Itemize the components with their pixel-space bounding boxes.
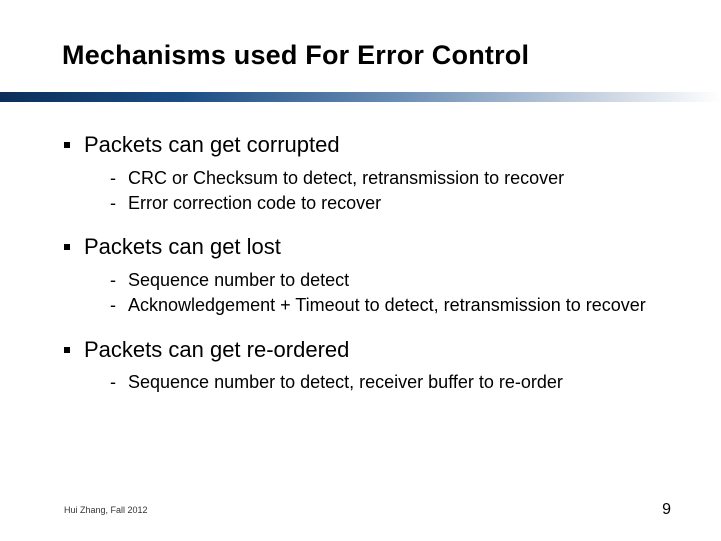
slide-title: Mechanisms used For Error Control (62, 40, 681, 71)
dash-icon: - (110, 192, 122, 215)
dash-icon: - (110, 294, 122, 317)
slide: Mechanisms used For Error Control Packet… (0, 0, 721, 541)
page-number: 9 (662, 501, 671, 519)
footer-author: Hui Zhang, Fall 2012 (64, 505, 148, 515)
bullet-group-1: Packets can get corrupted - CRC or Check… (64, 131, 681, 215)
sub-text: Sequence number to detect, receiver buff… (128, 371, 563, 394)
sub-list: - CRC or Checksum to detect, retransmiss… (110, 167, 681, 216)
sub-text: Acknowledgement + Timeout to detect, ret… (128, 294, 646, 317)
sub-item: - CRC or Checksum to detect, retransmiss… (110, 167, 681, 190)
dash-icon: - (110, 269, 122, 292)
bullet-group-2: Packets can get lost - Sequence number t… (64, 233, 681, 317)
bullet-text: Packets can get corrupted (84, 131, 340, 159)
bullet-group-3: Packets can get re-ordered - Sequence nu… (64, 336, 681, 395)
dash-icon: - (110, 167, 122, 190)
sub-text: CRC or Checksum to detect, retransmissio… (128, 167, 564, 190)
sub-text: Sequence number to detect (128, 269, 349, 292)
sub-list: - Sequence number to detect, receiver bu… (110, 371, 681, 394)
bullet-item: Packets can get lost (64, 233, 681, 261)
dash-icon: - (110, 371, 122, 394)
sub-list: - Sequence number to detect - Acknowledg… (110, 269, 681, 318)
title-divider (0, 92, 721, 102)
bullet-text: Packets can get lost (84, 233, 281, 261)
sub-item: - Acknowledgement + Timeout to detect, r… (110, 294, 681, 317)
sub-item: - Sequence number to detect (110, 269, 681, 292)
square-bullet-icon (64, 347, 70, 353)
square-bullet-icon (64, 244, 70, 250)
bullet-item: Packets can get corrupted (64, 131, 681, 159)
slide-content: Packets can get corrupted - CRC or Check… (64, 131, 681, 394)
bullet-text: Packets can get re-ordered (84, 336, 349, 364)
square-bullet-icon (64, 142, 70, 148)
sub-text: Error correction code to recover (128, 192, 381, 215)
sub-item: - Error correction code to recover (110, 192, 681, 215)
bullet-item: Packets can get re-ordered (64, 336, 681, 364)
sub-item: - Sequence number to detect, receiver bu… (110, 371, 681, 394)
